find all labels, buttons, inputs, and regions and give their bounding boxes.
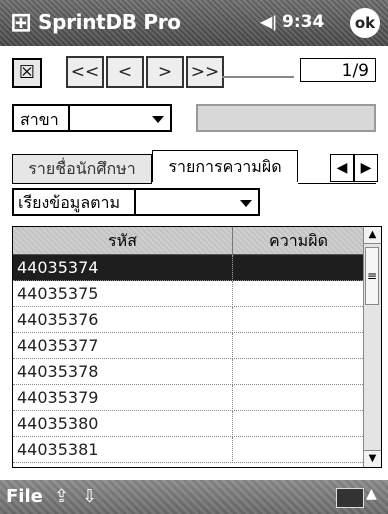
last-record-button[interactable]: >> bbox=[186, 56, 224, 88]
page-indicator: 1/9 bbox=[300, 58, 376, 82]
chevron-down-icon bbox=[152, 116, 164, 123]
cell-offense bbox=[233, 385, 365, 411]
chevron-down-icon bbox=[240, 200, 252, 207]
table-row[interactable]: 44035374 bbox=[13, 255, 365, 281]
cell-student-id: 44035377 bbox=[13, 333, 233, 359]
ok-button[interactable]: ok bbox=[350, 8, 380, 38]
cell-student-id: 44035380 bbox=[13, 411, 233, 437]
tab-scroll-right-icon[interactable]: ▶ bbox=[354, 154, 378, 182]
app-title: SprintDB Pro bbox=[38, 10, 181, 34]
sort-by-label: เรียงข้อมูลตาม bbox=[12, 188, 134, 216]
table-row[interactable]: 44035379 bbox=[13, 385, 365, 411]
branch-dropdown[interactable] bbox=[68, 104, 172, 132]
tab-scroll-left-icon[interactable]: ◀ bbox=[330, 154, 354, 182]
disabled-action-button bbox=[196, 104, 376, 132]
column-header-id[interactable]: รหัส bbox=[13, 227, 233, 255]
first-record-button[interactable]: << bbox=[66, 56, 104, 88]
cell-offense bbox=[233, 255, 365, 281]
tab-offense-list[interactable]: รายการความผิด bbox=[152, 150, 298, 184]
table-row[interactable]: 44035377 bbox=[13, 333, 365, 359]
branch-label: สาขา bbox=[12, 104, 68, 132]
cell-student-id: 44035378 bbox=[13, 359, 233, 385]
table-row[interactable]: 44035378 bbox=[13, 359, 365, 385]
grid-scrollbar[interactable]: ▲ ≡ ▼ bbox=[363, 227, 381, 467]
cell-offense bbox=[233, 411, 365, 437]
title-bar: ⊞ SprintDB Pro ◀ǀ 9:34 ok bbox=[0, 0, 388, 46]
cell-student-id: 44035374 bbox=[13, 255, 233, 281]
cell-offense bbox=[233, 437, 365, 463]
download-icon[interactable]: ⇩ bbox=[82, 486, 97, 507]
close-record-icon[interactable]: ☒ bbox=[12, 58, 42, 88]
divider bbox=[222, 76, 294, 78]
table-row[interactable]: 44035376 bbox=[13, 307, 365, 333]
cell-offense bbox=[233, 359, 365, 385]
cell-offense bbox=[233, 333, 365, 359]
input-panel-up-icon[interactable]: ▲ bbox=[366, 486, 377, 502]
table-row[interactable]: 44035375 bbox=[13, 281, 365, 307]
scroll-up-icon[interactable]: ▲ bbox=[364, 227, 381, 244]
cell-offense bbox=[233, 281, 365, 307]
sort-by-dropdown[interactable] bbox=[134, 188, 260, 216]
scroll-thumb[interactable]: ≡ bbox=[365, 247, 379, 305]
record-navigation: ☒ << < > >> 1/9 bbox=[0, 52, 388, 92]
cell-student-id: 44035379 bbox=[13, 385, 233, 411]
upload-icon[interactable]: ⇪ bbox=[54, 486, 69, 507]
cell-student-id: 44035375 bbox=[13, 281, 233, 307]
cell-student-id: 44035381 bbox=[13, 437, 233, 463]
table-row[interactable]: 44035380 bbox=[13, 411, 365, 437]
tab-student-list[interactable]: รายชื่อนักศึกษา bbox=[12, 154, 152, 184]
keyboard-icon[interactable] bbox=[336, 488, 364, 508]
offense-grid[interactable]: รหัส ความผิด 44035374 44035375 44035376 … bbox=[12, 226, 382, 468]
next-record-button[interactable]: > bbox=[146, 56, 184, 88]
cell-student-id: 44035376 bbox=[13, 307, 233, 333]
file-menu[interactable]: File bbox=[6, 486, 43, 507]
menu-bar: File ⇪ ⇩ ▲ bbox=[0, 480, 388, 514]
tab-active-gap bbox=[152, 182, 298, 185]
previous-record-button[interactable]: < bbox=[106, 56, 144, 88]
column-header-offense[interactable]: ความผิด bbox=[233, 227, 365, 255]
table-row[interactable]: 44035381 bbox=[13, 437, 365, 463]
cell-offense bbox=[233, 307, 365, 333]
volume-icon[interactable]: ◀ǀ bbox=[260, 12, 277, 31]
grid-header: รหัส ความผิด bbox=[13, 227, 365, 255]
clock[interactable]: 9:34 bbox=[282, 12, 324, 32]
windows-start-icon[interactable]: ⊞ bbox=[6, 8, 36, 38]
scroll-down-icon[interactable]: ▼ bbox=[364, 450, 381, 467]
